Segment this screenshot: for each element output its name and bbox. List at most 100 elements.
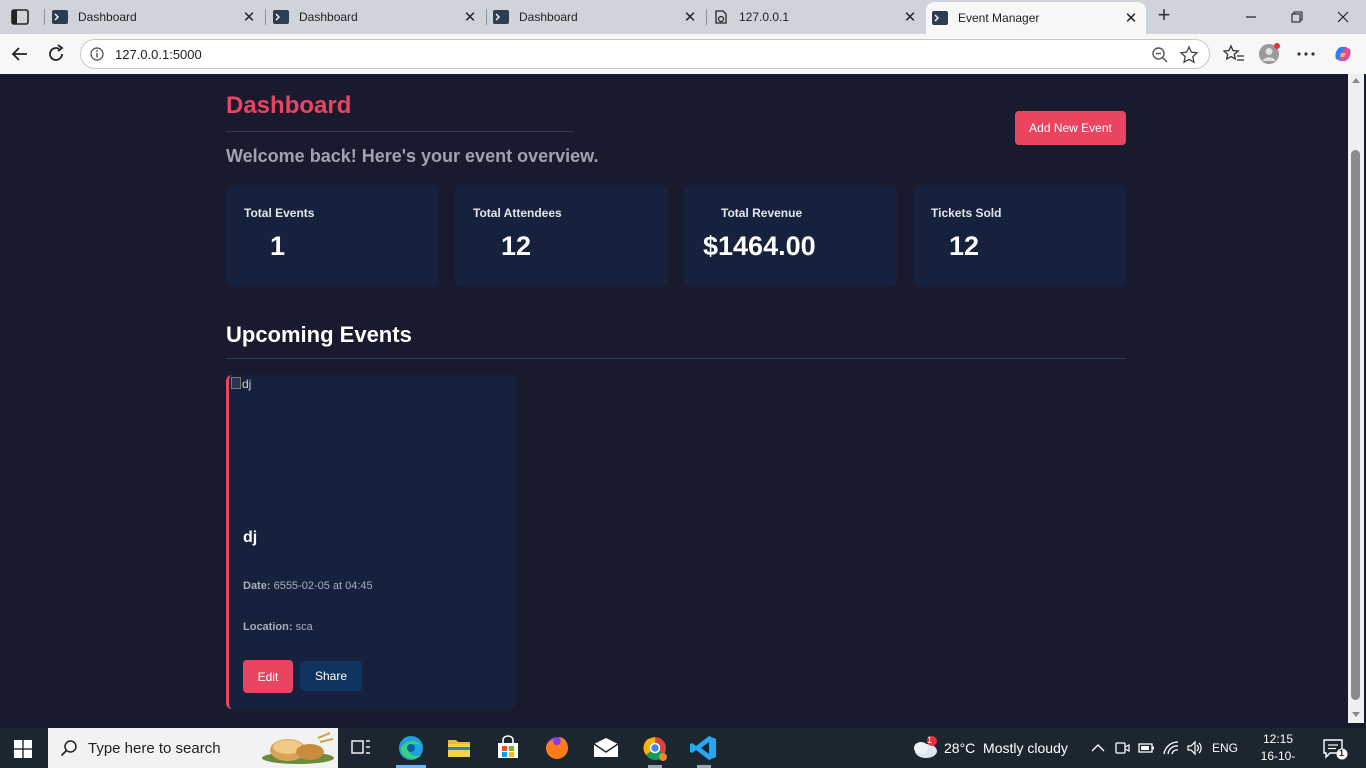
search-icon	[60, 740, 77, 757]
copilot-icon[interactable]	[1332, 43, 1354, 65]
site-info-icon[interactable]	[90, 47, 104, 61]
close-tab-icon[interactable]: ✕	[899, 8, 921, 26]
zoom-out-icon[interactable]	[1151, 46, 1169, 64]
mail-app[interactable]	[583, 728, 629, 768]
page-favicon-icon	[715, 10, 727, 24]
share-event-button[interactable]: Share	[300, 661, 362, 691]
close-tab-icon[interactable]: ✕	[679, 8, 701, 26]
minimize-icon[interactable]	[1228, 0, 1274, 34]
bread-illustration-icon	[262, 732, 334, 764]
event-date: Date: 6555-02-05 at 04:45	[243, 580, 373, 592]
wifi-icon[interactable]	[1162, 740, 1180, 756]
event-card: dj dj Date: 6555-02-05 at 04:45 Location…	[226, 375, 516, 709]
notification-icon[interactable]	[1322, 738, 1348, 760]
firefox-app[interactable]	[534, 728, 580, 768]
tab-separator	[265, 9, 266, 25]
terminal-favicon-icon	[932, 11, 948, 25]
terminal-favicon-icon	[52, 10, 68, 24]
taskbar-search-box[interactable]: Type here to search	[48, 728, 338, 768]
new-tab-icon[interactable]: +	[1152, 4, 1176, 28]
edit-event-button[interactable]: Edit	[243, 660, 293, 693]
close-tab-icon[interactable]: ✕	[1120, 9, 1142, 27]
windows-start-icon[interactable]	[14, 740, 32, 758]
taskbar-clock[interactable]: 12:15 16-10-2025	[1252, 731, 1304, 768]
close-tab-icon[interactable]: ✕	[459, 8, 481, 26]
tab-title: 127.0.0.1	[739, 10, 790, 24]
tab-title: Dashboard	[78, 10, 137, 24]
page-title: Dashboard	[226, 92, 352, 119]
event-location-value: sca	[295, 621, 313, 633]
terminal-favicon-icon	[493, 10, 509, 24]
scroll-up-icon[interactable]	[1352, 78, 1360, 83]
weather-text: 28°C Mostly cloudy	[944, 740, 1068, 756]
stat-label: Total Events	[244, 206, 315, 220]
close-window-icon[interactable]	[1320, 0, 1366, 34]
scroll-down-icon[interactable]	[1352, 712, 1360, 717]
tab-actions-icon[interactable]	[10, 8, 30, 26]
more-options-icon[interactable]	[1295, 43, 1317, 65]
stat-label: Total Revenue	[721, 206, 803, 220]
task-view-app[interactable]	[338, 728, 384, 768]
stat-card-total-revenue: Total Revenue $1464.00	[684, 185, 897, 287]
restore-icon[interactable]	[1274, 0, 1320, 34]
address-bar[interactable]: 127.0.0.1:5000	[80, 39, 1210, 69]
upcoming-events-title: Upcoming Events	[226, 322, 412, 347]
back-arrow-icon[interactable]	[8, 42, 32, 66]
event-image-alt-text: dj	[242, 377, 252, 391]
favorites-icon[interactable]	[1223, 43, 1245, 65]
mail-icon	[593, 738, 619, 757]
folder-icon	[448, 740, 470, 757]
vscode-icon	[690, 736, 716, 760]
search-placeholder: Type here to search	[88, 740, 221, 757]
volume-icon[interactable]	[1186, 740, 1204, 756]
clock-time: 12:15	[1262, 732, 1294, 746]
chrome-app[interactable]	[632, 728, 678, 768]
refresh-icon[interactable]	[44, 42, 68, 66]
close-tab-icon[interactable]: ✕	[238, 8, 260, 26]
language-indicator[interactable]: ENG	[1212, 741, 1238, 755]
stat-card-tickets-sold: Tickets Sold 12	[913, 185, 1126, 287]
stat-label: Total Attendees	[473, 206, 562, 220]
browser-tab[interactable]: 127.0.0.1 ✕	[707, 0, 925, 34]
browser-tab[interactable]: Dashboard ✕	[487, 0, 705, 34]
browser-tab[interactable]: Dashboard ✕	[46, 0, 264, 34]
task-view-icon	[351, 740, 370, 754]
tab-title: Dashboard	[299, 10, 358, 24]
favorite-star-icon[interactable]	[1179, 45, 1199, 65]
broken-image-icon	[231, 377, 241, 389]
stat-card-total-attendees: Total Attendees 12	[455, 185, 668, 287]
profile-avatar-icon[interactable]	[1258, 43, 1280, 65]
edge-app[interactable]	[388, 728, 434, 768]
page-viewport: Dashboard Welcome back! Here's your even…	[4, 74, 1347, 723]
title-divider	[226, 131, 573, 132]
event-image: dj	[230, 375, 516, 515]
file-explorer-app[interactable]	[436, 728, 482, 768]
browser-toolbar: 127.0.0.1:5000	[0, 34, 1366, 74]
tab-separator	[44, 9, 45, 25]
windows-taskbar: Type here to search 1 28°C Mostly cloudy	[0, 728, 1366, 768]
store-icon	[498, 735, 518, 758]
scrollbar-thumb[interactable]	[1351, 150, 1360, 700]
chrome-icon	[643, 737, 667, 761]
weather-widget[interactable]: 1 28°C Mostly cloudy	[908, 728, 1078, 768]
tab-title: Event Manager	[958, 11, 1040, 25]
browser-tab[interactable]: Dashboard ✕	[267, 0, 485, 34]
event-date-label: Date:	[243, 580, 271, 592]
weather-badge: 1	[927, 735, 933, 745]
battery-icon[interactable]	[1138, 741, 1156, 755]
vertical-scrollbar[interactable]	[1348, 74, 1364, 723]
welcome-message: Welcome back! Here's your event overview…	[226, 146, 599, 166]
add-new-event-button[interactable]: Add New Event	[1015, 111, 1126, 145]
browser-tab-active[interactable]: Event Manager ✕	[926, 2, 1146, 34]
meet-now-icon[interactable]	[1114, 740, 1130, 756]
stat-value: 12	[949, 231, 980, 261]
tab-title: Dashboard	[519, 10, 578, 24]
dashboard-page: Dashboard Welcome back! Here's your even…	[226, 74, 1126, 723]
store-app[interactable]	[485, 728, 531, 768]
notification-count: 1	[1339, 748, 1345, 758]
vscode-app[interactable]	[681, 728, 727, 768]
event-location: Location: sca	[243, 621, 313, 633]
address-url[interactable]: 127.0.0.1:5000	[115, 47, 202, 62]
chevron-up-icon[interactable]	[1090, 742, 1106, 754]
dashboard-header: Dashboard Welcome back! Here's your even…	[226, 74, 1126, 174]
